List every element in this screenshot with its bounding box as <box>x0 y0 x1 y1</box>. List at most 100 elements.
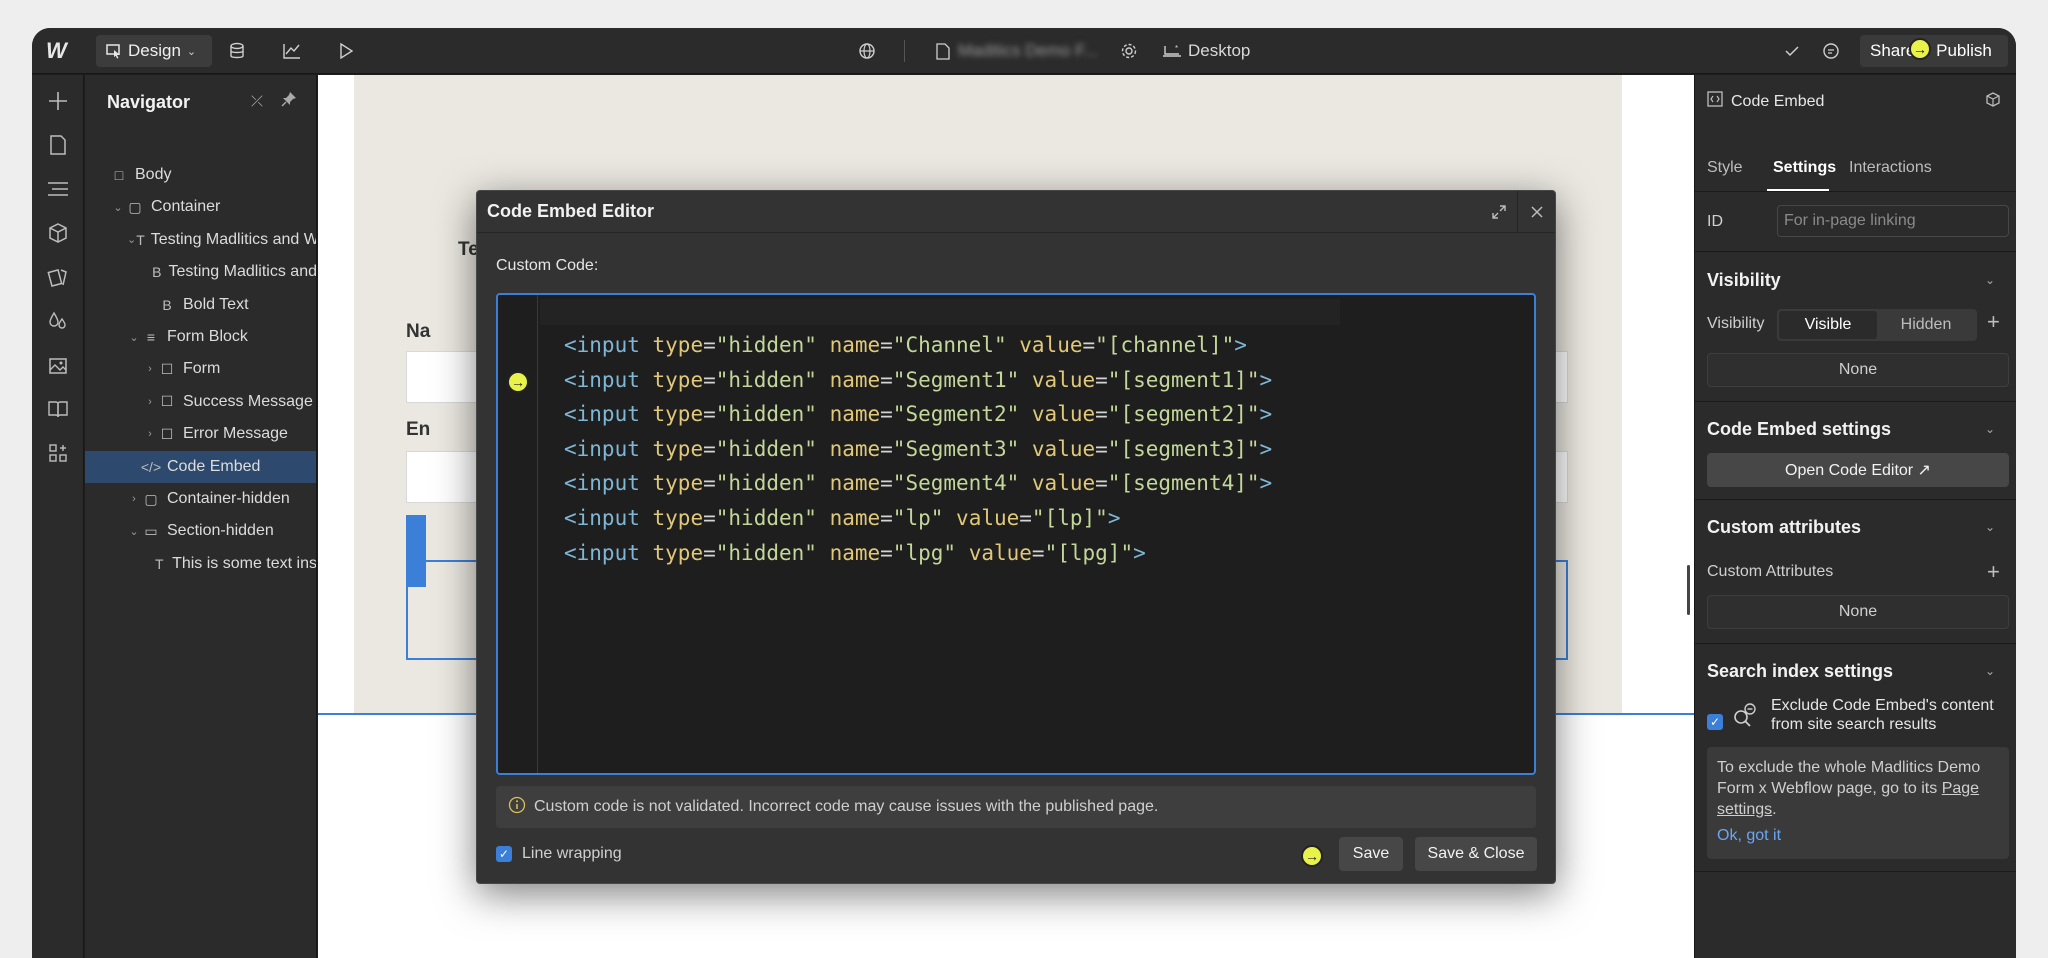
chevron-icon[interactable]: ⌄ <box>111 201 125 214</box>
checkmark-icon[interactable] <box>1784 28 1800 74</box>
left-toolbar <box>32 75 84 958</box>
pin-icon[interactable] <box>281 91 297 111</box>
code-syntax: type <box>652 540 704 565</box>
comments-icon[interactable] <box>1822 28 1840 74</box>
chevron-down-icon[interactable]: ⌄ <box>1985 273 1995 287</box>
page-selector[interactable]: Maditics Demo F... <box>936 28 1098 74</box>
assets-image-icon[interactable] <box>42 349 74 381</box>
navigator-item[interactable]: ⌄ ≡ Form Block <box>85 321 316 353</box>
code-syntax: " <box>1107 436 1121 461</box>
tab-interactions[interactable]: Interactions <box>1849 159 1932 177</box>
components-cube-icon[interactable] <box>42 217 74 249</box>
line-wrapping-toggle[interactable]: ✓ Line wrapping <box>496 845 622 863</box>
code-syntax <box>640 368 653 392</box>
save-button[interactable]: Save <box>1339 837 1403 871</box>
navigator-item[interactable]: B Testing Madlitics and <box>85 256 316 288</box>
navigator-item[interactable]: ⌄ T Testing Madlitics and W <box>85 224 317 256</box>
chevron-icon[interactable]: › <box>127 493 141 505</box>
code-token: Segment4 <box>905 471 1007 496</box>
pages-icon[interactable] <box>42 129 74 161</box>
chevron-icon[interactable]: ⌄ <box>127 233 136 246</box>
chevron-icon[interactable]: › <box>143 396 157 408</box>
custom-attributes-none-box[interactable]: None <box>1707 595 2009 629</box>
chevron-down-icon[interactable]: ⌄ <box>1985 520 1995 534</box>
apps-grid-icon[interactable] <box>42 437 74 469</box>
chevron-icon[interactable]: › <box>143 428 157 440</box>
chevron-icon[interactable]: ⌄ <box>127 525 141 538</box>
exclude-checkbox[interactable]: ✓ <box>1707 711 1723 731</box>
expand-icon[interactable] <box>1481 191 1517 233</box>
add-condition-plus-icon[interactable]: + <box>1987 309 2000 335</box>
publish-button[interactable]: Publish <box>1920 35 2008 67</box>
chevron-down-icon[interactable]: ⌄ <box>1985 422 1995 436</box>
page-settings-link-part1[interactable]: Page <box>1942 780 1979 797</box>
page-settings-link-part2[interactable]: settings <box>1717 801 1772 818</box>
code-syntax: name <box>829 506 881 530</box>
navigator-item[interactable]: › ☐ Error Message <box>85 418 316 450</box>
navigator-item[interactable]: </> Code Embed <box>85 450 316 483</box>
navigator-item[interactable]: □ Body <box>85 159 316 191</box>
visible-option[interactable]: Visible <box>1779 311 1877 339</box>
search-index-title[interactable]: Search index settings <box>1707 661 1893 682</box>
add-attribute-plus-icon[interactable]: + <box>1987 559 2000 585</box>
code-token: [channel] <box>1107 333 1222 357</box>
code-token: <input <box>564 367 640 392</box>
save-and-close-button[interactable]: Save & Close <box>1415 837 1537 871</box>
close-icon[interactable] <box>1519 191 1555 233</box>
panel-resize-handle[interactable] <box>1687 565 1690 615</box>
code-syntax: > <box>1234 333 1247 357</box>
cms-book-icon[interactable] <box>42 393 74 425</box>
device-selector[interactable]: * Desktop <box>1162 28 1250 74</box>
navigator-item[interactable]: T This is some text ins <box>85 548 316 580</box>
navigator-item[interactable]: › ☐ Success Message <box>85 386 316 418</box>
hidden-option[interactable]: Hidden <box>1877 311 1975 339</box>
navigator-item[interactable]: › ☐ Form <box>85 353 316 385</box>
navigator-item-label: Testing Madlitics and W <box>150 230 317 248</box>
code-embed-settings-title[interactable]: Code Embed settings <box>1707 419 1891 440</box>
chevron-icon[interactable]: ⌄ <box>127 331 141 344</box>
ok-got-it-link[interactable]: Ok, got it <box>1717 827 1781 845</box>
tab-settings[interactable]: Settings <box>1773 159 1836 177</box>
navigator-item[interactable]: B Bold Text <box>85 289 316 321</box>
add-element-plus-icon[interactable] <box>42 85 74 117</box>
code-syntax: " <box>892 436 906 461</box>
tab-style[interactable]: Style <box>1707 159 1743 177</box>
globe-icon[interactable] <box>858 28 876 74</box>
id-input[interactable]: For in-page linking <box>1777 205 2009 237</box>
custom-attributes-title[interactable]: Custom attributes <box>1707 517 1861 538</box>
open-code-editor-button[interactable]: Open Code Editor ↗ <box>1707 453 2009 487</box>
navigator-item[interactable]: › ▢ Container-hidden <box>85 483 316 515</box>
webflow-logo[interactable]: W <box>46 28 67 74</box>
code-syntax <box>640 437 653 461</box>
element-type-icon: ☐ <box>160 393 174 410</box>
page-settings-gear-icon[interactable] <box>1120 28 1138 74</box>
collapse-icon[interactable]: ⤫ <box>251 93 263 110</box>
analytics-icon[interactable] <box>282 28 302 74</box>
chevron-icon[interactable]: › <box>143 363 157 375</box>
code-syntax: " <box>943 540 969 565</box>
code-syntax: name <box>829 367 881 392</box>
navigator-item[interactable]: ⌄ ▢ Container <box>85 191 316 223</box>
element-type-icon: B <box>152 264 162 281</box>
navigator-icon[interactable] <box>42 173 74 205</box>
cursor-arrow-icon: → <box>1909 38 1931 60</box>
visibility-none-box[interactable]: None <box>1707 353 2009 387</box>
preview-play-icon[interactable] <box>338 28 354 74</box>
cms-icon[interactable] <box>228 28 246 74</box>
line-wrapping-checkbox[interactable]: ✓ <box>496 846 512 862</box>
navigator-item[interactable]: ⌄ ▭ Section-hidden <box>85 515 316 547</box>
page-icon <box>936 42 950 60</box>
component-cube-plus-icon[interactable] <box>1985 91 2003 114</box>
code-syntax: " <box>892 471 906 496</box>
visibility-section-title[interactable]: Visibility <box>1707 270 1781 291</box>
code-line: <input type="hidden" name="Channel" valu… <box>564 328 1247 362</box>
code-syntax: type <box>652 367 704 392</box>
design-mode-button[interactable]: Design ⌄ <box>96 35 212 67</box>
chevron-down-icon[interactable]: ⌄ <box>1985 664 1995 678</box>
exclude-label-line1: Exclude Code Embed's content <box>1771 697 1994 714</box>
code-editor[interactable]: <input type="hidden" name="Channel" valu… <box>496 293 1536 775</box>
code-syntax: type <box>652 471 704 496</box>
variables-drops-icon[interactable] <box>42 305 74 337</box>
code-token: Segment1 <box>905 367 1007 392</box>
style-selectors-icon[interactable] <box>42 261 74 293</box>
